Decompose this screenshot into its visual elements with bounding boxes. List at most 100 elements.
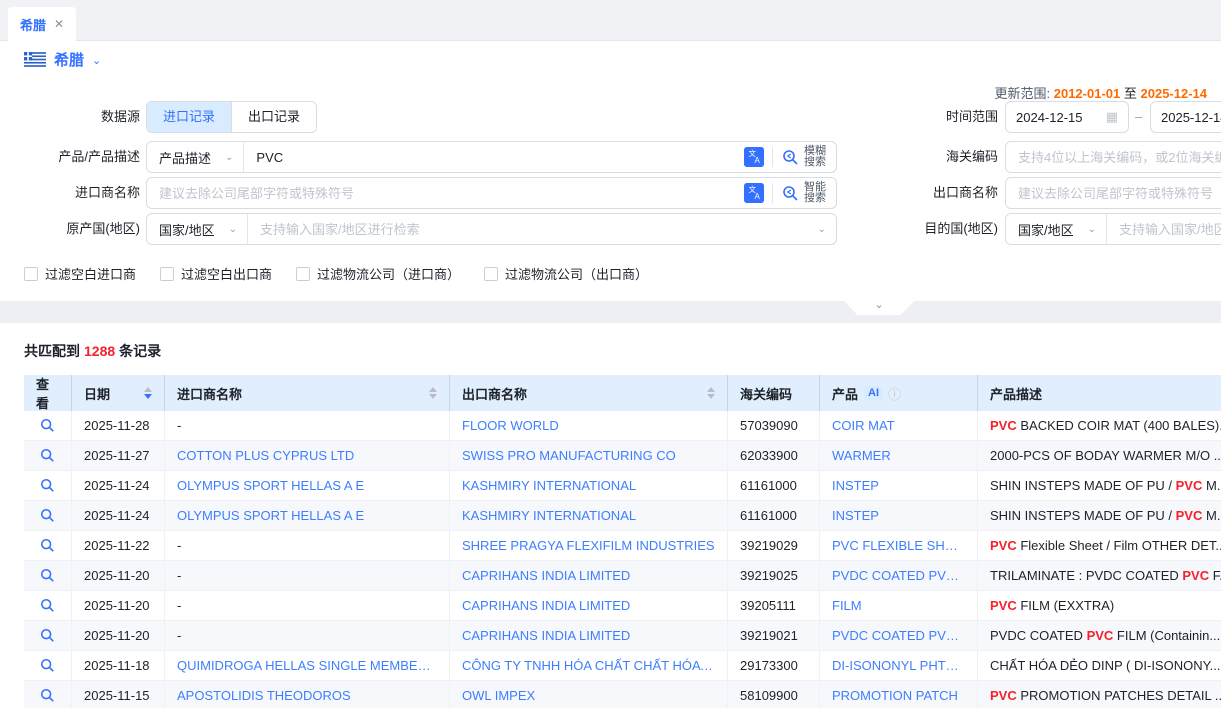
close-icon[interactable]: ✕ xyxy=(54,17,64,31)
exporter-cell: KASHMIRY INTERNATIONAL xyxy=(450,501,728,531)
checkbox-filter-logistics-importer[interactable]: 过滤物流公司（进口商） xyxy=(296,264,460,283)
exporter-input[interactable] xyxy=(1006,186,1221,201)
breadcrumb[interactable]: 希腊 ⌄ xyxy=(24,49,101,70)
exporter-link[interactable]: CAPRIHANS INDIA LIMITED xyxy=(462,568,630,583)
view-record-button[interactable] xyxy=(40,538,55,553)
keyword-highlight: PVC xyxy=(990,688,1017,703)
hs-code-input-box xyxy=(1005,141,1221,173)
dest-country-input[interactable] xyxy=(1107,222,1221,237)
product-link[interactable]: PVC FLEXIBLE SHEET F... xyxy=(832,538,965,553)
importer-link[interactable]: COTTON PLUS CYPRUS LTD xyxy=(177,448,354,463)
date-cell: 2025-11-22 xyxy=(72,531,165,561)
exporter-cell: CAPRIHANS INDIA LIMITED xyxy=(450,561,728,591)
exporter-link[interactable]: CÔNG TY TNHH HÓA CHẤT CHẤT HÓA DẺ... xyxy=(462,658,715,673)
table-body: 2025-11-28-FLOOR WORLD57039090COIR MATPV… xyxy=(24,411,1221,708)
keyword-highlight: PVC xyxy=(1182,568,1209,583)
description-cell: PVC BACKED COIR MAT (400 BALES)... xyxy=(978,411,1221,441)
exporter-link[interactable]: KASHMIRY INTERNATIONAL xyxy=(462,508,636,523)
view-record-button[interactable] xyxy=(40,448,55,463)
exporter-link[interactable]: CAPRIHANS INDIA LIMITED xyxy=(462,598,630,613)
product-label: 产品/产品描述 xyxy=(0,141,140,173)
col-header-exporter[interactable]: 出口商名称 xyxy=(450,375,728,411)
info-icon[interactable]: ⓘ xyxy=(888,384,901,403)
importer-cell: QUIMIDROGA HELLAS SINGLE MEMBER PC xyxy=(165,651,450,681)
origin-country-select[interactable]: 国家/地区⌄ xyxy=(147,214,248,244)
checkbox-filter-blank-importer[interactable]: 过滤空白进口商 xyxy=(24,264,136,283)
checkbox-filter-blank-exporter[interactable]: 过滤空白出口商 xyxy=(160,264,272,283)
exporter-link[interactable]: CAPRIHANS INDIA LIMITED xyxy=(462,628,630,643)
product-link[interactable]: PVDC COATED PVC FIL... xyxy=(832,568,965,583)
importer-input[interactable] xyxy=(147,186,744,201)
checkbox-icon[interactable] xyxy=(484,267,498,281)
exporter-link[interactable]: SWISS PRO MANUFACTURING CO xyxy=(462,448,676,463)
date-end-input-box[interactable] xyxy=(1150,101,1221,133)
importer-link[interactable]: QUIMIDROGA HELLAS SINGLE MEMBER PC xyxy=(177,658,437,673)
search-icon xyxy=(40,418,55,433)
view-record-button[interactable] xyxy=(40,418,55,433)
date-start-input[interactable] xyxy=(1016,110,1100,125)
table-row: 2025-11-20-CAPRIHANS INDIA LIMITED392051… xyxy=(24,591,1221,621)
exporter-link[interactable]: FLOOR WORLD xyxy=(462,418,559,433)
product-link[interactable]: INSTEP xyxy=(832,478,879,493)
product-link[interactable]: PVDC COATED PVC FIL... xyxy=(832,628,965,643)
view-record-button[interactable] xyxy=(40,478,55,493)
importer-link[interactable]: OLYMPUS SPORT HELLAS A E xyxy=(177,478,364,493)
view-record-button[interactable] xyxy=(40,658,55,673)
svg-text:A: A xyxy=(755,192,761,201)
col-header-date[interactable]: 日期 xyxy=(72,375,165,411)
svg-text:A: A xyxy=(755,156,761,165)
search-icon xyxy=(40,598,55,613)
translate-icon[interactable]: 文 A xyxy=(744,147,764,167)
date-cell: 2025-11-20 xyxy=(72,561,165,591)
sort-icon[interactable] xyxy=(699,387,715,399)
view-record-button[interactable] xyxy=(40,628,55,643)
product-link[interactable]: WARMER xyxy=(832,448,891,463)
product-link[interactable]: FILM xyxy=(832,598,862,613)
exporter-cell: CÔNG TY TNHH HÓA CHẤT CHẤT HÓA DẺ... xyxy=(450,651,728,681)
product-link[interactable]: COIR MAT xyxy=(832,418,895,433)
checkbox-icon[interactable] xyxy=(24,267,38,281)
view-record-button[interactable] xyxy=(40,688,55,703)
origin-country-input[interactable] xyxy=(248,222,818,237)
exporter-link[interactable]: KASHMIRY INTERNATIONAL xyxy=(462,478,636,493)
search-icon xyxy=(40,658,55,673)
segment-import-records[interactable]: 进口记录 xyxy=(147,102,231,132)
segment-export-records[interactable]: 出口记录 xyxy=(231,102,316,132)
exporter-link[interactable]: OWL IMPEX xyxy=(462,688,535,703)
view-record-button[interactable] xyxy=(40,568,55,583)
date-cell: 2025-11-28 xyxy=(72,411,165,441)
product-link[interactable]: INSTEP xyxy=(832,508,879,523)
description-cell: PVDC COATED PVC FILM (Containin... xyxy=(978,621,1221,651)
view-record-button[interactable] xyxy=(40,508,55,523)
tab-greece[interactable]: 希腊 ✕ xyxy=(8,7,76,41)
col-header-importer[interactable]: 进口商名称 xyxy=(165,375,450,411)
importer-link[interactable]: APOSTOLIDIS THEODOROS xyxy=(177,688,351,703)
sort-icon[interactable] xyxy=(136,387,152,399)
product-link[interactable]: PROMOTION PATCH xyxy=(832,688,958,703)
date-start-input-box[interactable]: ▦ xyxy=(1005,101,1129,133)
checkbox-icon[interactable] xyxy=(160,267,174,281)
exporter-link[interactable]: SHREE PRAGYA FLEXIFILM INDUSTRIES xyxy=(462,538,715,553)
importer-link[interactable]: OLYMPUS SPORT HELLAS A E xyxy=(177,508,364,523)
dest-country-select[interactable]: 国家/地区⌄ xyxy=(1006,214,1107,244)
translate-icon[interactable]: 文 A xyxy=(744,183,764,203)
smart-search-button[interactable]: 智能 搜索 xyxy=(773,178,836,208)
product-cell: WARMER xyxy=(820,441,978,471)
date-end-input[interactable] xyxy=(1161,110,1221,125)
product-link[interactable]: DI-ISONONYL PHTHA... xyxy=(832,658,965,673)
product-search-input[interactable] xyxy=(244,150,744,165)
table-row: 2025-11-24OLYMPUS SPORT HELLAS A EKASHMI… xyxy=(24,501,1221,531)
product-field-select[interactable]: 产品描述⌄ xyxy=(147,142,244,172)
tab-bar: 希腊 ✕ xyxy=(0,0,1221,41)
date-cell: 2025-11-20 xyxy=(72,591,165,621)
view-record-button[interactable] xyxy=(40,598,55,613)
hs-code-input[interactable] xyxy=(1006,150,1221,165)
checkbox-filter-logistics-exporter[interactable]: 过滤物流公司（出口商） xyxy=(484,264,648,283)
checkbox-icon[interactable] xyxy=(296,267,310,281)
result-count: 共匹配到1288条记录 xyxy=(24,341,161,361)
search-icon xyxy=(40,448,55,463)
table-row: 2025-11-27COTTON PLUS CYPRUS LTDSWISS PR… xyxy=(24,441,1221,471)
sort-icon[interactable] xyxy=(421,387,437,399)
search-icon xyxy=(40,688,55,703)
fuzzy-search-button[interactable]: 模糊 搜索 xyxy=(773,142,836,172)
